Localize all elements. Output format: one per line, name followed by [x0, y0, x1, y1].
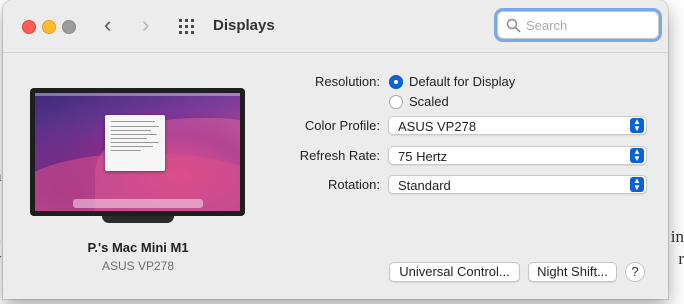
background-text-fragment: y [0, 250, 2, 267]
help-button[interactable]: ? [625, 262, 645, 282]
minimize-window-button[interactable] [42, 20, 56, 34]
show-all-grid-icon[interactable] [179, 19, 196, 34]
monitor-screen [35, 93, 240, 211]
updown-chevron-icon: ▲ ▼ [630, 118, 644, 133]
forward-chevron-icon[interactable]: › [142, 14, 149, 36]
radio-label: Scaled [409, 94, 449, 109]
color-profile-popup[interactable]: ASUS VP278 ▲ ▼ [388, 116, 647, 135]
background-text-fragment: a [0, 228, 1, 245]
search-field[interactable] [497, 11, 659, 39]
background-text-fragment: in [670, 227, 684, 246]
background-text-fragment: n [0, 167, 2, 184]
radio-label: Default for Display [409, 74, 516, 89]
monitor-stand [102, 216, 174, 223]
popup-value: Standard [398, 178, 451, 193]
updown-chevron-icon: ▲ ▼ [630, 177, 644, 192]
universal-control-button[interactable]: Universal Control... [389, 262, 520, 282]
title-bar: ‹ › Displays [3, 0, 668, 53]
displays-window: ‹ › Displays Search P.'s Mac Mini M1 ASU… [3, 0, 668, 299]
mini-dock [73, 199, 203, 208]
close-window-button[interactable] [22, 20, 36, 34]
popup-value: 75 Hertz [398, 149, 448, 164]
display-model: ASUS VP278 [101, 259, 175, 273]
displays-content: P.'s Mac Mini M1 ASUS VP278 Resolution: … [3, 53, 668, 299]
display-preview[interactable] [30, 88, 245, 223]
search-icon [506, 18, 521, 33]
resolution-label: Resolution: [314, 74, 380, 89]
mini-menu-bar [35, 93, 240, 96]
window-title: Displays [213, 17, 275, 34]
popup-value: ASUS VP278 [398, 119, 477, 134]
mini-document-window [105, 115, 165, 171]
radio-unselected-icon [389, 94, 403, 109]
night-shift-button[interactable]: Night Shift... [528, 262, 617, 282]
rotation-popup[interactable]: Standard ▲ ▼ [388, 175, 647, 194]
rotation-label: Rotation: [327, 177, 380, 192]
back-chevron-icon[interactable]: ‹ [104, 14, 111, 36]
zoom-window-button[interactable] [62, 20, 76, 34]
refresh-rate-popup[interactable]: 75 Hertz ▲ ▼ [388, 146, 647, 165]
refresh-rate-label: Refresh Rate: [299, 148, 380, 163]
color-profile-label: Color Profile: [304, 118, 380, 133]
search-input[interactable] [526, 16, 651, 34]
updown-chevron-icon: ▲ ▼ [630, 148, 644, 163]
background-text-fragment: r [678, 249, 684, 268]
resolution-default-radio[interactable]: Default for Display [389, 74, 515, 89]
resolution-scaled-radio[interactable]: Scaled [389, 94, 449, 109]
radio-selected-icon [389, 74, 403, 89]
monitor-bezel [30, 88, 245, 216]
display-name: P.'s Mac Mini M1 [87, 240, 189, 255]
